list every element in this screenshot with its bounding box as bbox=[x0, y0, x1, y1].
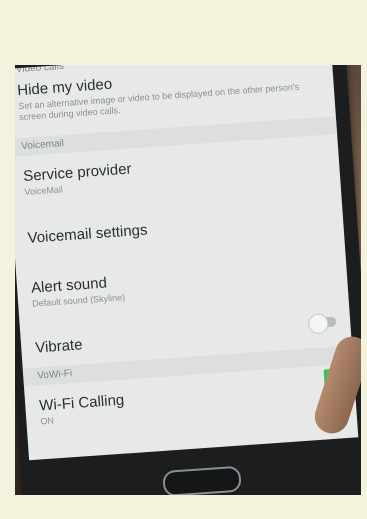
setting-wifi-calling[interactable]: Wi-Fi Calling ON bbox=[39, 376, 344, 427]
home-button[interactable] bbox=[162, 465, 242, 495]
setting-alert-sound[interactable]: Alert sound Default sound (Skyline) bbox=[31, 259, 336, 310]
setting-voicemail-settings[interactable]: Voicemail settings bbox=[27, 209, 331, 247]
phone: Video calls Hide my video Set an alterna… bbox=[15, 65, 361, 495]
settings-screen: Video calls Hide my video Set an alterna… bbox=[15, 65, 359, 461]
setting-hide-my-video[interactable]: Hide my video Set an alternative image o… bbox=[17, 65, 323, 123]
voicemail-settings-title: Voicemail settings bbox=[27, 221, 149, 247]
setting-service-provider[interactable]: Service provider VoiceMail bbox=[23, 147, 328, 198]
video-frame: Video calls Hide my video Set an alterna… bbox=[15, 65, 361, 495]
vibrate-toggle[interactable] bbox=[307, 313, 337, 335]
